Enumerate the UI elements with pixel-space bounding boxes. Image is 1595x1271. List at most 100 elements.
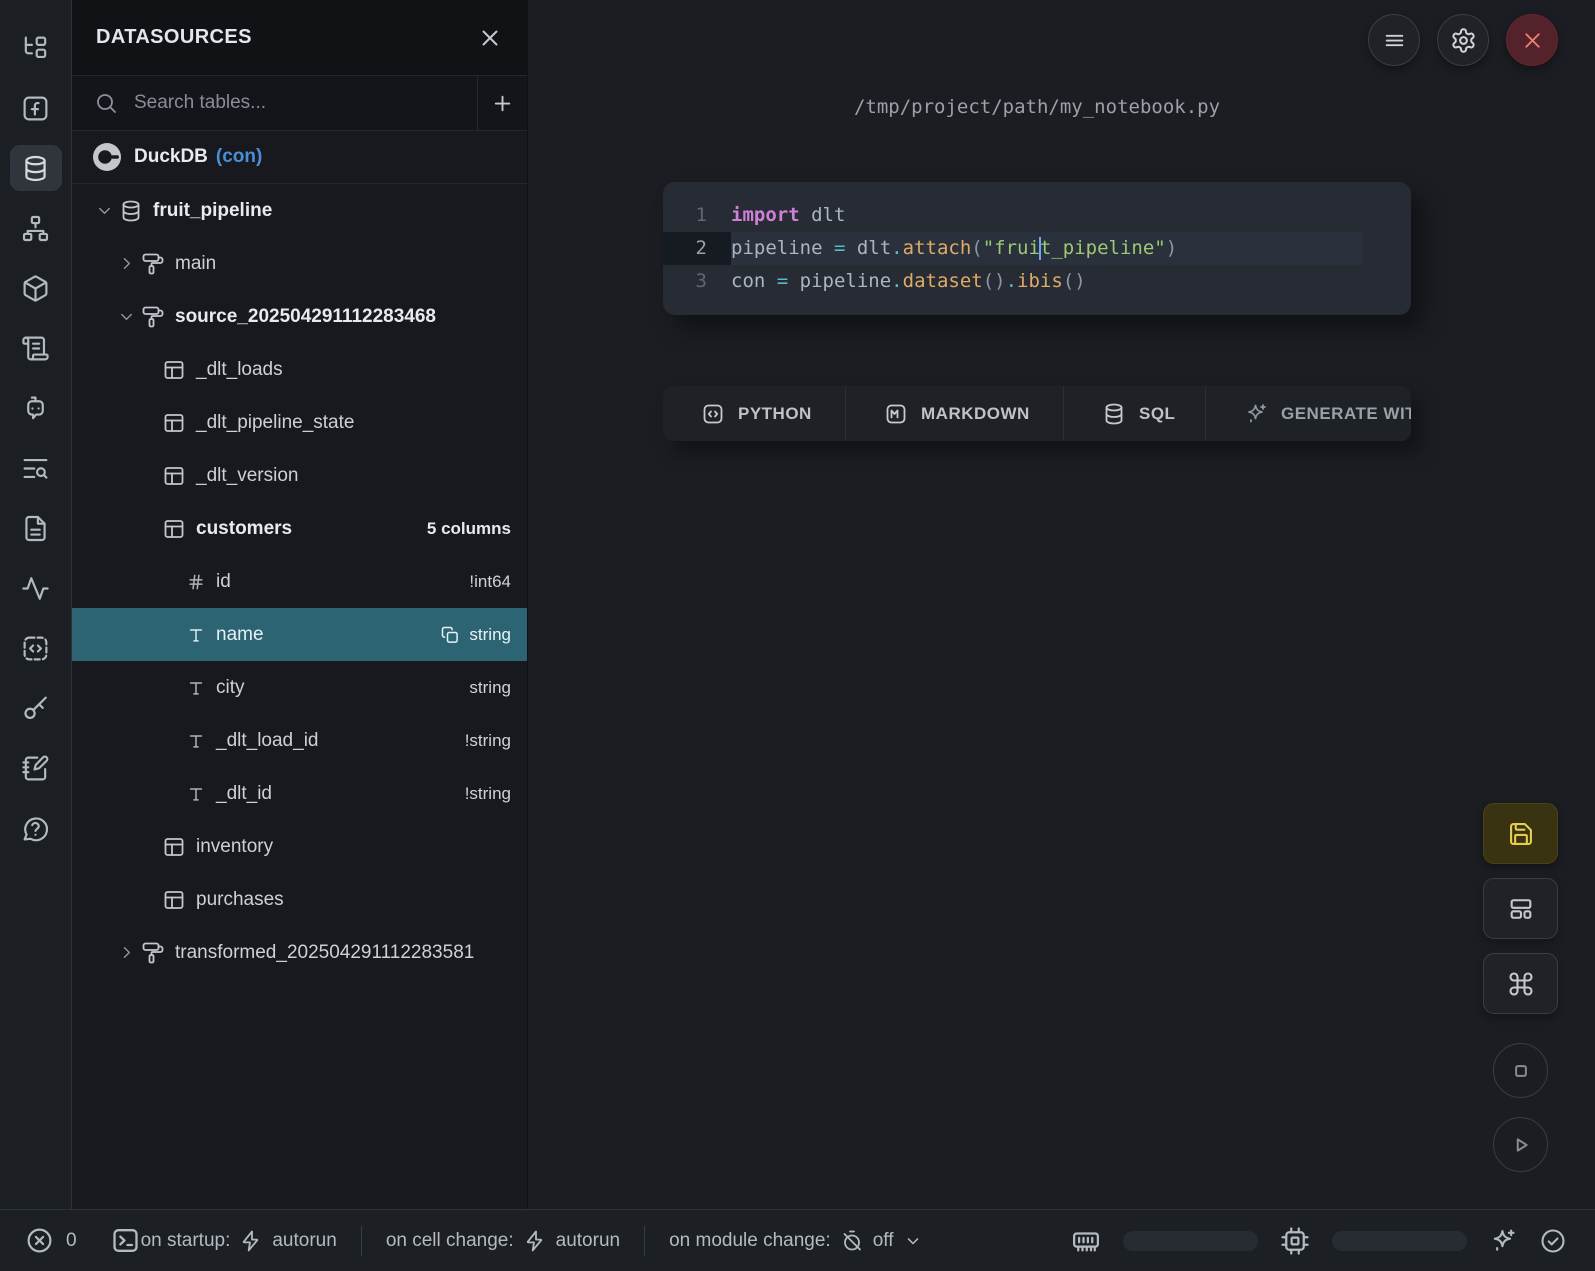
activity-item-help-circle[interactable] [10, 805, 62, 851]
add-cell-python-button[interactable]: PYTHON [663, 386, 845, 441]
tree-item-inventory[interactable]: inventory [72, 820, 527, 873]
tree-item-_dlt_id[interactable]: _dlt_id!string [72, 767, 527, 820]
cell-button-label: MARKDOWN [921, 404, 1030, 424]
notebook-filepath: /tmp/project/path/my_notebook.py [663, 96, 1411, 118]
tree-item-_dlt_version[interactable]: _dlt_version [72, 449, 527, 502]
memory-usage-meter[interactable] [1123, 1231, 1258, 1251]
tree-item-fruit_pipeline[interactable]: fruit_pipeline [72, 184, 527, 237]
tree-item-source_202504291112283468[interactable]: source_202504291112283468 [72, 290, 527, 343]
cpu-usage-meter[interactable] [1332, 1231, 1467, 1251]
line-number: 3 [663, 265, 731, 298]
activity-item-box[interactable] [10, 265, 62, 311]
tree-item-id[interactable]: id!int64 [72, 555, 527, 608]
add-cell-buttons: PYTHON MARKDOWN SQL GENERATE WIT [663, 386, 1411, 441]
chevron-right-icon[interactable] [114, 943, 138, 962]
stop-button[interactable] [1493, 1043, 1548, 1098]
activity-item-key[interactable] [10, 685, 62, 731]
code-cell[interactable]: 1import dlt2pipeline = dlt.attach("fruit… [663, 182, 1411, 315]
tree-item-name[interactable]: namestring [72, 608, 527, 661]
save-button[interactable] [1483, 803, 1558, 864]
add-cell-markdown-button[interactable]: MARKDOWN [845, 386, 1063, 441]
code-square-icon [21, 634, 50, 663]
tree-item-_dlt_pipeline_state[interactable]: _dlt_pipeline_state [72, 396, 527, 449]
zap-icon [239, 1229, 263, 1253]
code-line-2[interactable]: 2pipeline = dlt.attach("fruit_pipeline") [663, 232, 1411, 265]
activity-item-file-text[interactable] [10, 505, 62, 551]
table-icon [162, 411, 186, 435]
setting-label: on startup: [141, 1230, 231, 1252]
sparkles-button[interactable] [1489, 1227, 1517, 1255]
tree-item-purchases[interactable]: purchases [72, 873, 527, 926]
type-icon [186, 678, 206, 698]
database-icon [21, 154, 50, 183]
menu-button[interactable] [1368, 14, 1420, 66]
setting-on-cell-change-[interactable]: on cell change:autorun [386, 1229, 620, 1253]
cell-button-label: SQL [1139, 404, 1175, 424]
settings-button[interactable] [1437, 14, 1489, 66]
activity-item-sitemap[interactable] [10, 205, 62, 251]
tree-item-label: _dlt_pipeline_state [196, 412, 354, 434]
code-text: pipeline = dlt.attach("fruit_pipeline") [731, 237, 1177, 259]
tree-item-label: _dlt_loads [196, 359, 283, 381]
tree-item-_dlt_load_id[interactable]: _dlt_load_id!string [72, 714, 527, 767]
activity-item-database[interactable] [10, 145, 62, 191]
chevron-right-icon[interactable] [114, 254, 138, 273]
tree-item-transformed_202504291112283581[interactable]: transformed_202504291112283581 [72, 926, 527, 979]
tree-item-_dlt_loads[interactable]: _dlt_loads [72, 343, 527, 396]
add-cell-sql-button[interactable]: SQL [1063, 386, 1205, 441]
search-icon-wrap [72, 91, 132, 115]
activity-item-tree[interactable] [10, 25, 62, 71]
key-icon [21, 694, 50, 723]
code-line-1[interactable]: 1import dlt [663, 199, 1411, 232]
check-circle-button[interactable] [1539, 1227, 1567, 1255]
activity-item-list-search[interactable] [10, 445, 62, 491]
datasources-panel: DATASOURCES DuckDB(con)fruit_pipelinemai… [71, 0, 528, 1209]
tree-item-label: _dlt_version [196, 465, 298, 487]
command-button[interactable] [1483, 953, 1558, 1014]
activity-item-code-square[interactable] [10, 625, 62, 671]
chevron-right-icon [117, 943, 136, 962]
settings-icon [1450, 27, 1477, 54]
activity-item-activity[interactable] [10, 565, 62, 611]
chevron-down-icon [117, 307, 136, 326]
tree-item-label: id [216, 571, 231, 593]
search-input[interactable] [132, 91, 477, 115]
tree-item-main[interactable]: main [72, 237, 527, 290]
tree-item-label: city [216, 677, 245, 699]
activity-item-bot-chat[interactable] [10, 385, 62, 431]
close-button[interactable] [1506, 14, 1558, 66]
play-button[interactable] [1493, 1117, 1548, 1172]
code-line-3[interactable]: 3con = pipeline.dataset().ibis() [663, 265, 1411, 298]
markdown-icon [884, 402, 908, 426]
setting-on-module-change-[interactable]: on module change:off [669, 1229, 922, 1253]
close-icon [477, 25, 503, 51]
check-circle-icon [1539, 1227, 1567, 1255]
connection-name: DuckDB [134, 146, 208, 168]
code-text: import dlt [731, 204, 845, 226]
tree-item-city[interactable]: city string [72, 661, 527, 714]
panel-title: DATASOURCES [96, 26, 252, 49]
terminal-button[interactable] [110, 1225, 141, 1256]
activity-item-scroll-text[interactable] [10, 325, 62, 371]
cell-button-label: GENERATE WIT [1281, 404, 1411, 424]
tree-item-label: main [175, 253, 216, 275]
close-icon [1520, 28, 1545, 53]
tree-item-meta: string [469, 678, 511, 698]
database-icon [119, 199, 143, 223]
chevron-down-icon[interactable] [92, 201, 116, 220]
tree-item-customers[interactable]: customers5 columns [72, 502, 527, 555]
window-controls [1368, 14, 1558, 66]
function-square-icon [21, 94, 50, 123]
activity-item-notebook-pen[interactable] [10, 745, 62, 791]
error-indicator[interactable]: 0 [25, 1226, 77, 1255]
panel-close-button[interactable] [477, 25, 503, 51]
copy-icon [440, 625, 460, 645]
box-icon [21, 274, 50, 303]
add-datasource-button[interactable] [478, 76, 527, 130]
add-cell-generate-wit-button[interactable]: GENERATE WIT [1205, 386, 1411, 441]
setting-on-startup-[interactable]: on startup:autorun [141, 1229, 337, 1253]
layout-button[interactable] [1483, 878, 1558, 939]
activity-item-function-square[interactable] [10, 85, 62, 131]
connection-row-duckdb[interactable]: DuckDB(con) [72, 131, 527, 184]
chevron-down-icon[interactable] [114, 307, 138, 326]
